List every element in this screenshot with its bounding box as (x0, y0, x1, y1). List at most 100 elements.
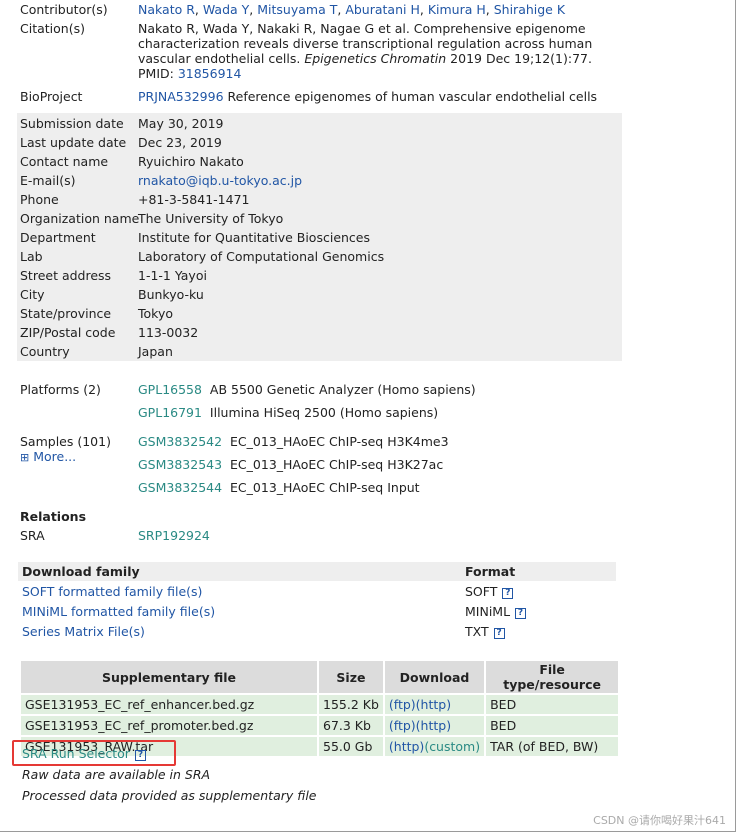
contributors-list: Nakato R, Wada Y, Mitsuyama T, Aburatani… (138, 2, 566, 17)
file-type: BED (486, 716, 619, 735)
citation-label: Citation(s) (20, 21, 85, 36)
expand-icon[interactable]: ⊞ (20, 451, 29, 464)
contact-value: Tokyo (138, 306, 173, 321)
contact-value: Dec 23, 2019 (138, 135, 222, 150)
more-samples-link[interactable]: More... (33, 449, 76, 464)
help-icon[interactable]: ? (515, 607, 527, 619)
contributor-link[interactable]: Nakato R (138, 2, 195, 17)
contact-label: Department (20, 230, 96, 245)
file-size: 155.2 Kb (319, 695, 383, 714)
sample-item: GSM3832542 EC_013_HAoEC ChIP-seq H3K4me3 (138, 434, 449, 449)
bioproject-label: BioProject (20, 89, 83, 104)
file-name: GSE131953_EC_ref_promoter.bed.gz (21, 716, 317, 735)
samples-more[interactable]: ⊞ More... (20, 449, 76, 464)
contact-value: Bunkyo-ku (138, 287, 204, 302)
email-link[interactable]: rnakato@iqb.u-tokyo.ac.jp (138, 173, 302, 188)
format-value: MINiML (465, 603, 511, 619)
custom-link[interactable]: (custom) (424, 739, 480, 754)
sra-run-selector-link[interactable]: SRA Run Selector (22, 746, 130, 761)
contact-label: Last update date (20, 135, 127, 150)
sample-link[interactable]: GSM3832544 (138, 480, 222, 495)
processed-data-note: Processed data provided as supplementary… (22, 788, 317, 803)
relations-heading: Relations (20, 509, 87, 524)
samples-label: Samples (101) (20, 434, 111, 449)
ftp-link[interactable]: (ftp) (389, 697, 416, 712)
http-link[interactable]: (http) (389, 739, 424, 754)
http-link[interactable]: (http) (416, 697, 451, 712)
download-family-table: Download family Format SOFT formatted fa… (18, 562, 616, 641)
platforms-label: Platforms (2) (20, 382, 101, 397)
size-header: Size (319, 661, 383, 693)
contact-value: 1-1-1 Yayoi (138, 268, 207, 283)
sample-link[interactable]: GSM3832543 (138, 457, 222, 472)
file-name: GSE131953_EC_ref_enhancer.bed.gz (21, 695, 317, 714)
sample-item: GSM3832543 EC_013_HAoEC ChIP-seq H3K27ac (138, 457, 443, 472)
format-value: SOFT (465, 583, 498, 599)
file-type-header: File type/resource (486, 661, 619, 693)
raw-data-note: Raw data are available in SRA (22, 767, 211, 782)
contact-label: Phone (20, 192, 59, 207)
contact-label: Organization name (20, 211, 140, 226)
contributor-link[interactable]: Kimura H (428, 2, 486, 17)
soft-family-link[interactable]: SOFT formatted family file(s) (22, 584, 202, 599)
contributor-link[interactable]: Mitsuyama T (257, 2, 337, 17)
contact-label: Lab (20, 249, 43, 264)
contact-value: 113-0032 (138, 325, 199, 340)
contact-value: Japan (138, 344, 173, 359)
help-icon[interactable]: ? (134, 750, 146, 761)
sra-run-selector-row: SRA Run Selector? (22, 746, 146, 761)
contact-value: May 30, 2019 (138, 116, 224, 131)
contact-label: Country (20, 344, 70, 359)
sample-link[interactable]: GSM3832542 (138, 434, 222, 449)
contact-label: ZIP/Postal code (20, 325, 116, 340)
contact-label: City (20, 287, 45, 302)
contributor-link[interactable]: Aburatani H (345, 2, 420, 17)
help-icon[interactable]: ? (493, 627, 505, 639)
bioproject-link[interactable]: PRJNA532996 (138, 89, 224, 104)
platform-link[interactable]: GPL16558 (138, 382, 202, 397)
ftp-link[interactable]: (ftp) (389, 718, 416, 733)
series-matrix-link[interactable]: Series Matrix File(s) (22, 624, 145, 639)
format-value: TXT (465, 623, 489, 639)
contact-value: Ryuichiro Nakato (138, 154, 244, 169)
table-row: Series Matrix File(s) TXT? (18, 621, 616, 641)
citation-text: Nakato R, Wada Y, Nakaki R, Nagae G et a… (138, 21, 592, 81)
miniml-family-link[interactable]: MINiML formatted family file(s) (22, 604, 215, 619)
table-row: GSE131953_EC_ref_enhancer.bed.gz 155.2 K… (21, 695, 619, 714)
table-row: MINiML formatted family file(s) MINiML? (18, 601, 616, 621)
sra-link[interactable]: SRP192924 (138, 528, 210, 543)
bioproject-desc: Reference epigenomes of human vascular e… (227, 89, 598, 104)
file-size: 55.0 Gb (319, 737, 383, 756)
pmid-link[interactable]: 31856914 (178, 66, 242, 81)
sample-desc: EC_013_HAoEC ChIP-seq H3K4me3 (230, 434, 449, 449)
help-icon[interactable]: ? (502, 587, 514, 599)
platform-desc: Illumina HiSeq 2500 (Homo sapiens) (209, 405, 439, 420)
contact-label: State/province (20, 306, 112, 321)
http-link[interactable]: (http) (416, 718, 451, 733)
table-row: GSE131953_EC_ref_promoter.bed.gz 67.3 Kb… (21, 716, 619, 735)
contributors-label: Contributor(s) (20, 2, 108, 17)
citation-line: vascular endothelial cells. Epigenetics … (138, 51, 592, 66)
citation-line: Nakato R, Wada Y, Nakaki R, Nagae G et a… (138, 21, 586, 36)
platform-desc: AB 5500 Genetic Analyzer (Homo sapiens) (209, 382, 476, 397)
contact-label: Street address (20, 268, 112, 283)
platform-link[interactable]: GPL16791 (138, 405, 202, 420)
contributor-link[interactable]: Wada Y (203, 2, 249, 17)
supp-file-header: Supplementary file (21, 661, 317, 693)
platform-item: GPL16558 AB 5500 Genetic Analyzer (Homo … (138, 382, 476, 397)
contact-value: Laboratory of Computational Genomics (138, 249, 385, 264)
contact-label: Submission date (20, 116, 124, 131)
pmid-line: PMID: 31856914 (138, 66, 242, 81)
sra-label: SRA (20, 528, 45, 543)
sample-desc: EC_013_HAoEC ChIP-seq Input (230, 480, 420, 495)
contact-value: +81-3-5841-1471 (138, 192, 250, 207)
download-header: Download (384, 661, 485, 693)
contact-label: Contact name (20, 154, 109, 169)
sample-desc: EC_013_HAoEC ChIP-seq H3K27ac (230, 457, 444, 472)
contributor-link[interactable]: Shirahige K (494, 2, 565, 17)
citation-line: characterization reveals diverse transcr… (138, 36, 593, 51)
platform-item: GPL16791 Illumina HiSeq 2500 (Homo sapie… (138, 405, 438, 420)
file-size: 67.3 Kb (319, 716, 383, 735)
watermark: CSDN @请你喝好果汁641 (593, 814, 726, 827)
sample-item: GSM3832544 EC_013_HAoEC ChIP-seq Input (138, 480, 420, 495)
